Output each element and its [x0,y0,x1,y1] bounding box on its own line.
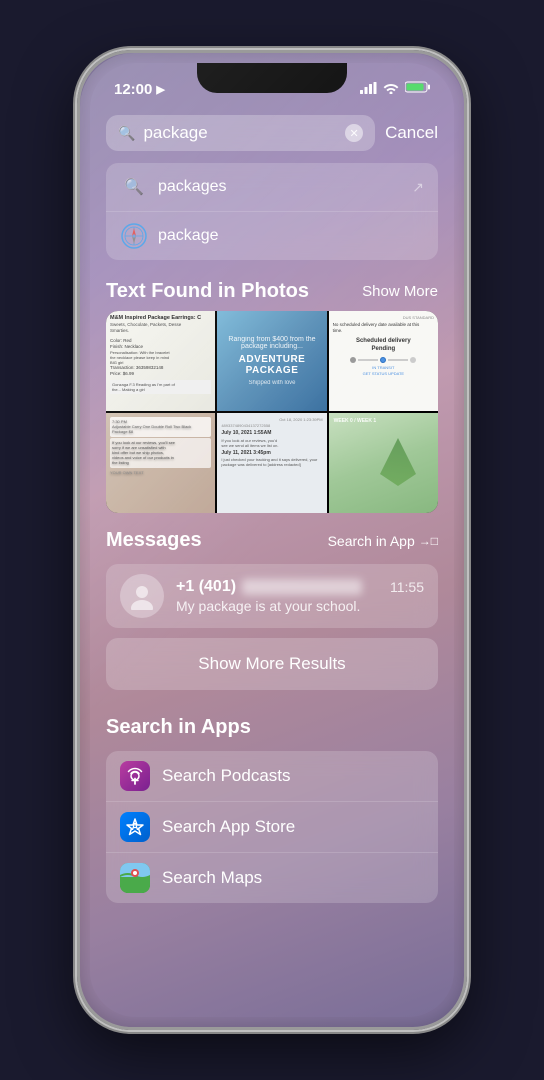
external-link-icon: →□ [419,534,438,548]
photo-4[interactable]: 7:30 PM Adjustable Carry One Double Roll… [106,413,215,513]
photos-section-header: Text Found in Photos Show More [90,264,454,311]
show-more-results-button[interactable]: Show More Results [106,638,438,690]
cancel-button[interactable]: Cancel [385,123,438,143]
photos-section-title: Text Found in Photos [106,280,309,303]
search-appstore-label: Search App Store [162,817,295,837]
search-in-app-label: Search in App [328,533,415,549]
photo-6[interactable]: WEEK 0 / WEEK 1 [329,413,438,513]
message-time: 11:55 [390,579,424,595]
show-more-label: Show More Results [198,654,345,673]
avatar [120,574,164,618]
safari-icon [120,222,148,250]
photo-3[interactable]: DUS STANDARD No scheduled delivery date … [329,311,438,411]
wifi-icon [383,81,399,97]
search-podcasts-row[interactable]: Search Podcasts [106,751,438,802]
search-maps-row[interactable]: Search Maps [106,853,438,903]
message-header: +1 (401) 11:55 [176,578,424,596]
search-appstore-row[interactable]: A Search App Store [106,802,438,853]
messages-section-title: Messages [106,529,202,552]
appstore-icon: A [120,812,150,842]
signal-icon [360,82,377,97]
message-content: +1 (401) 11:55 My package is at your sch… [176,578,424,614]
suggestion-arrow-icon: ↗ [412,179,424,196]
search-clear-button[interactable]: ✕ [345,124,363,142]
photo-4-overlay: 7:30 PM Adjustable Carry One Double Roll… [110,417,211,475]
phone-frame: 12:00 ▶ [0,0,544,1080]
message-sender-row: +1 (401) [176,578,362,596]
photos-show-more[interactable]: Show More [362,283,438,300]
phone-body: 12:00 ▶ [77,50,467,1030]
photo-2[interactable]: Ranging from $400 from the package inclu… [217,311,326,411]
battery-icon [405,80,430,98]
suggestion-packages[interactable]: 🔍 packages ↗ [106,163,438,212]
notch [197,63,347,93]
status-icons [360,80,430,98]
message-row[interactable]: +1 (401) 11:55 My package is at your sch… [106,564,438,628]
podcasts-icon [120,761,150,791]
maps-icon [120,863,150,893]
photo-5-overlay: Oct 18, 2020 1:23:39PM 48933748904341372… [221,417,322,467]
message-sender: +1 (401) [176,578,236,596]
messages-section-header: Messages Search in App →□ [90,513,454,556]
search-in-apps-list: Search Podcasts A Search App Store [106,751,438,903]
photo-1-overlay: M&M Inspired Package Earrings: C Sweets,… [110,315,211,394]
search-podcasts-label: Search Podcasts [162,766,291,786]
suggestion-package-text: package [158,227,424,245]
search-query[interactable]: package [143,123,337,143]
svg-text:A: A [131,822,138,833]
photo-1[interactable]: M&M Inspired Package Earrings: C Sweets,… [106,311,215,411]
time-display: 12:00 [114,81,152,98]
search-bar-container: 🔍 package ✕ Cancel [90,107,454,159]
screen-content[interactable]: 12:00 ▶ [90,63,454,1017]
search-maps-label: Search Maps [162,868,262,888]
suggestions-list: 🔍 packages ↗ [106,163,438,260]
search-bar[interactable]: 🔍 package ✕ [106,115,375,151]
status-time: 12:00 ▶ [114,81,165,98]
bottom-spacer [90,907,454,947]
photo-5[interactable]: Oct 18, 2020 1:23:39PM 48933748904341372… [217,413,326,513]
screen: 12:00 ▶ [90,63,454,1017]
photo-3-overlay: DUS STANDARD No scheduled delivery date … [333,315,434,376]
blurred-phone [242,579,362,595]
message-preview: My package is at your school. [176,598,424,614]
messages-search-in-app[interactable]: Search in App →□ [328,533,438,549]
messages-card[interactable]: +1 (401) 11:55 My package is at your sch… [106,564,438,628]
suggestion-package[interactable]: package [106,212,438,260]
search-icon: 🔍 [118,125,135,142]
search-in-apps-title: Search in Apps [106,716,251,739]
suggestion-search-icon: 🔍 [120,173,148,201]
suggestion-packages-text: packages [158,178,402,196]
location-icon: ▶ [156,83,164,96]
search-in-apps-header: Search in Apps [90,700,454,747]
photos-grid[interactable]: M&M Inspired Package Earrings: C Sweets,… [106,311,438,513]
